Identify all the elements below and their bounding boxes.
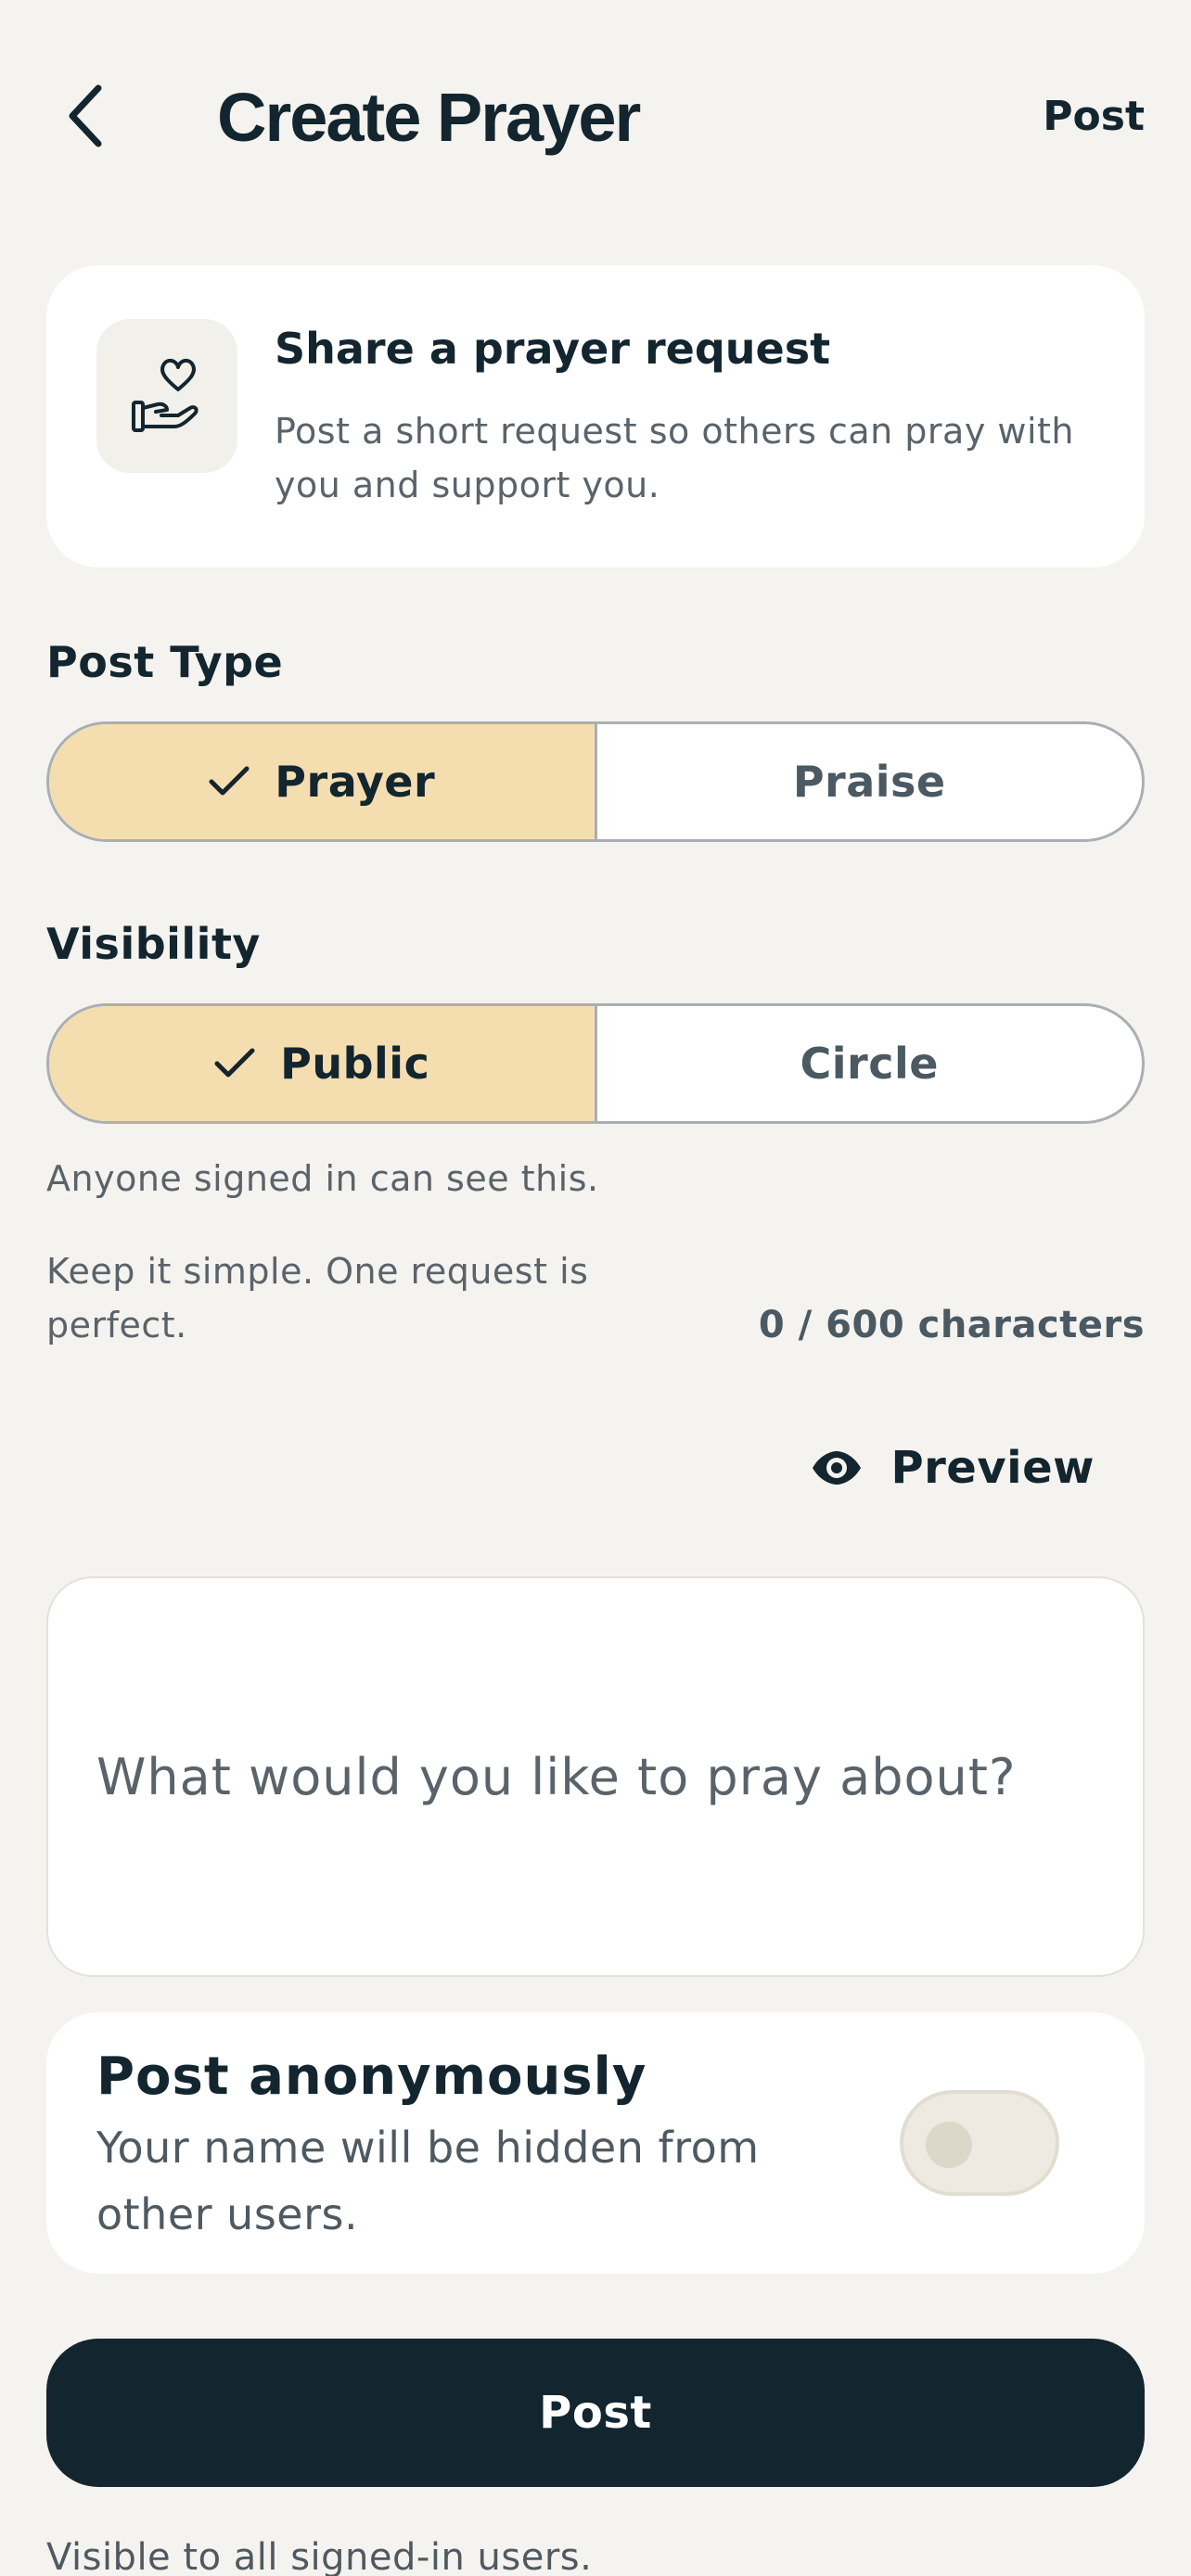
visibility-label: Visibility [46,919,261,969]
visibility-selector: Public Circle [46,1003,1145,1124]
anonymous-description: Your name will be hidden from other user… [96,2123,760,2239]
intro-description: Post a short request so others can pray … [275,411,1075,505]
toggle-knob [926,2122,972,2168]
visibility-option-label: Circle [800,1039,939,1089]
post-type-label: Post Type [46,637,284,687]
header-post-button[interactable]: Post [1043,89,1145,145]
check-icon [213,1047,256,1080]
header: Create Prayer Post [0,0,1191,241]
anonymous-title: Post anonymously [96,2047,647,2107]
prayer-text-placeholder: What would you like to pray about? [96,1748,1017,1806]
prayer-text-input[interactable]: What would you like to pray about? [46,1576,1145,1977]
back-button[interactable] [48,76,122,159]
check-icon [208,765,250,798]
hand-heart-icon [96,319,237,473]
post-type-option-praise[interactable]: Praise [597,724,1143,839]
post-type-option-label: Prayer [275,757,436,807]
chevron-left-icon [63,83,108,153]
intro-card: Share a prayer request Post a short requ… [46,265,1145,567]
anonymous-card: Post anonymously Your name will be hidde… [46,2012,1145,2274]
visibility-helper-text: Anyone signed in can see this. [46,1158,599,1199]
preview-label: Preview [890,1442,1095,1494]
character-count: 0 / 600 characters [758,1304,1145,1346]
anonymous-toggle[interactable] [900,2090,1059,2196]
page-title: Create Prayer [217,79,641,156]
composer-tip: Keep it simple. One request is perfect. [46,1251,589,1345]
eye-icon [811,1449,863,1486]
create-prayer-screen: Create Prayer Post Share a prayer reques… [0,0,1191,2576]
post-type-option-label: Praise [792,757,946,807]
intro-title: Share a prayer request [275,324,831,374]
visibility-option-label: Public [280,1039,430,1089]
visibility-option-public[interactable]: Public [49,1006,597,1121]
visibility-option-circle[interactable]: Circle [597,1006,1143,1121]
post-type-option-prayer[interactable]: Prayer [49,724,597,839]
post-button-label: Post [539,2387,652,2439]
preview-button[interactable]: Preview [811,1437,1095,1498]
post-type-selector: Prayer Praise [46,721,1145,842]
visibility-note: Visible to all signed-in users. [46,2536,593,2576]
post-button[interactable]: Post [46,2339,1145,2487]
